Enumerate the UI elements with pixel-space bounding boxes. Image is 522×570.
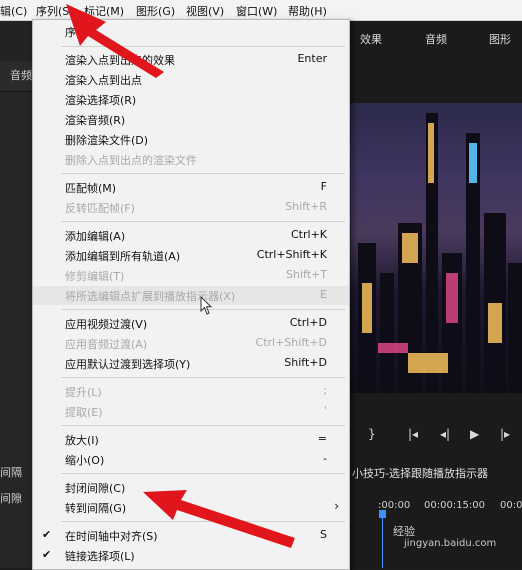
menu-view[interactable]: 视图(V) [186,3,224,19]
video-preview [348,103,522,393]
menu-separator [61,173,345,174]
menu-item-apply-video-transition[interactable]: 应用视频过渡(V) Ctrl+D [33,314,349,333]
menu-item-add-edit[interactable]: 添加编辑(A) Ctrl+K [33,226,349,245]
menu-item-add-edit-all-tracks[interactable]: 添加编辑到所有轨道(A) Ctrl+Shift+K [33,246,349,265]
menu-item-reverse-match-frame: 反转匹配帧(F) Shift+R [65,200,327,215]
submenu-arrow-icon: › [334,499,339,513]
timeline-label-gap2: 间隙 [0,492,22,505]
step-back-icon[interactable]: ◂| [440,427,450,441]
watermark-url: jingyan.baidu.com [404,538,497,549]
menu-separator [61,377,345,378]
transport-controls: } |◂ ◂| ▶ |▸ [348,423,522,451]
mouse-cursor-icon [200,296,213,315]
timecode-mid: 00:00:15:00 [424,500,486,511]
menu-separator [61,425,345,426]
workspace-tab-effects[interactable]: 效果 [360,31,382,47]
red-arrow-annotation-bottom [143,490,295,548]
menu-item-render-audio[interactable]: 渲染音频(R) [33,110,349,129]
go-to-in-icon[interactable]: |◂ [408,427,418,441]
checkmark-icon: ✔ [42,528,52,541]
workspace-tab-audio[interactable]: 音频 [425,31,447,47]
menu-item-zoom-out[interactable]: 缩小(O) - [33,450,349,469]
menu-item-delete-render-in-out: 删除入点到出点的渲染文件 [65,154,197,167]
timeline-label-gap: 间隔 [0,466,22,479]
menu-edit[interactable]: 辑(C) [0,3,27,19]
step-forward-icon[interactable]: |▸ [500,427,510,441]
menu-separator [61,473,345,474]
menu-window[interactable]: 窗口(W) [236,3,277,19]
left-panel-label: 音频 [10,69,32,82]
menu-item-match-frame[interactable]: 匹配帧(M) F [33,178,349,197]
menu-item-lift: 提升(L); [65,384,327,399]
playhead-line [382,518,383,568]
playhead-handle[interactable] [379,510,386,518]
menu-item-render-selection[interactable]: 渲染选择项(R) [33,90,349,109]
play-icon[interactable]: ▶ [470,427,479,441]
menu-item-extract: 提取(E) ' [65,404,327,419]
watermark-text: 经验 [393,525,415,538]
timecode-end: 00:0 [500,500,522,511]
checkmark-icon: ✔ [42,548,52,561]
mark-icon[interactable]: } [368,427,376,441]
sequence-title[interactable]: 小技巧-选择跟随播放指示器 [352,465,488,481]
menu-item-apply-audio-transition: 应用音频过渡(A) Ctrl+Shift+D [65,336,327,351]
workspace-tab-graphics[interactable]: 图形 [489,31,511,47]
menu-item-extend-edit-to-playhead: 将所选编辑点扩展到播放指示器(X) E [33,286,349,305]
menu-item-trim-edit: 修剪编辑(T) Shift+T [65,268,327,283]
menu-item-delete-render-files[interactable]: 删除渲染文件(D) [33,130,349,149]
menu-item-zoom-in[interactable]: 放大(I) = [33,430,349,449]
menu-item-apply-default-transition[interactable]: 应用默认过渡到选择项(Y) Shift+D [33,354,349,373]
menu-help[interactable]: 帮助(H) [288,3,327,19]
red-arrow-annotation-top [66,4,164,78]
menu-separator [61,221,345,222]
